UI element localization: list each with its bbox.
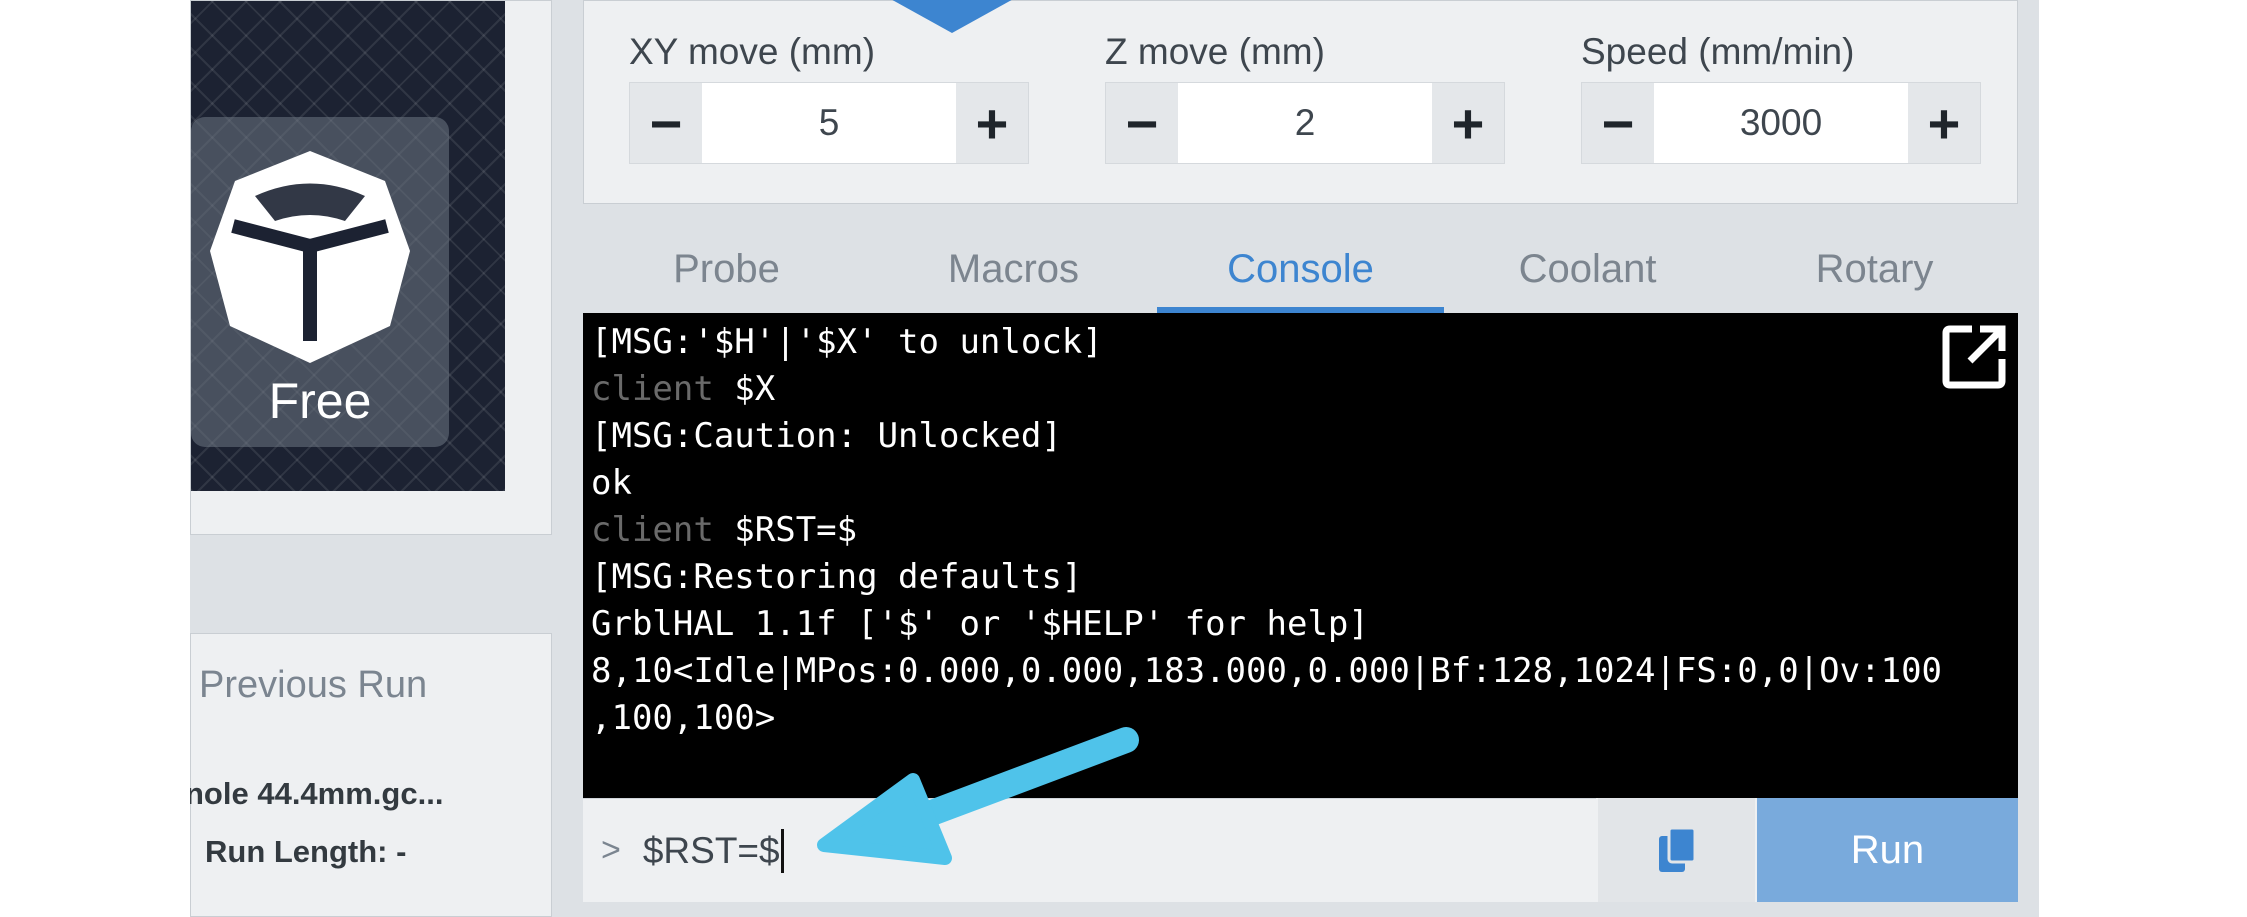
console-line: ok xyxy=(591,463,632,503)
z-move-group: Z move (mm) − 2 + xyxy=(1105,31,1505,164)
speed-stepper: − 3000 + xyxy=(1581,82,1981,164)
previous-run-card: Previous Run nole 44.4mm.gc... Run Lengt… xyxy=(190,633,552,917)
console-input-row: > $RST=$ Run xyxy=(583,798,2018,902)
text-caret xyxy=(780,828,784,873)
xy-move-stepper: − 5 + xyxy=(629,82,1029,164)
tab-console[interactable]: Console xyxy=(1157,225,1444,313)
cube-icon xyxy=(210,151,410,363)
console-line: ,100,100> xyxy=(591,698,776,738)
console-line-command: $RST=$ xyxy=(734,510,858,550)
xy-move-input[interactable]: 5 xyxy=(702,83,956,163)
copy-icon xyxy=(1658,826,1696,872)
speed-input[interactable]: 3000 xyxy=(1654,83,1908,163)
free-view-button[interactable]: Free xyxy=(191,117,449,447)
console-output[interactable]: [MSG:'$H'|'$X' to unlock] client $X [MSG… xyxy=(583,313,2018,798)
visualizer-viewport[interactable]: Free xyxy=(191,1,505,491)
tab-rotary[interactable]: Rotary xyxy=(1731,225,2018,313)
xy-move-label: XY move (mm) xyxy=(629,31,876,72)
visualizer-card: Free xyxy=(190,0,552,535)
tool-tabs: Probe Macros Console Coolant Rotary xyxy=(583,225,2018,313)
xy-move-group: XY move (mm) − 5 + xyxy=(629,31,1029,164)
speed-label: Speed (mm/min) xyxy=(1581,31,1855,72)
app-panel: Free Previous Run nole 44.4mm.gc... Run … xyxy=(190,0,2039,917)
console-line-prefix: client xyxy=(591,369,735,409)
console-command-value: $RST=$ xyxy=(642,829,780,871)
console-line: client $RST=$ xyxy=(591,507,1981,554)
jog-controls: XY move (mm) − 5 + Z move (mm) − 2 + Spe… xyxy=(583,0,2018,204)
previous-run-title: Previous Run xyxy=(199,664,428,706)
console-line: [MSG:'$H'|'$X' to unlock] xyxy=(591,322,1103,362)
arrow-down-icon[interactable] xyxy=(887,0,1017,33)
tab-coolant[interactable]: Coolant xyxy=(1444,225,1731,313)
previous-run-length: Run Length: - xyxy=(205,834,407,869)
speed-increase-button[interactable]: + xyxy=(1908,83,1980,163)
xy-increase-button[interactable]: + xyxy=(956,83,1028,163)
external-link-icon[interactable] xyxy=(1942,323,2008,389)
z-move-label: Z move (mm) xyxy=(1105,31,1325,72)
console-line-command: $X xyxy=(734,369,776,409)
tab-macros[interactable]: Macros xyxy=(870,225,1157,313)
z-move-input[interactable]: 2 xyxy=(1178,83,1432,163)
previous-run-file: nole 44.4mm.gc... xyxy=(190,776,444,811)
speed-group: Speed (mm/min) − 3000 + xyxy=(1581,31,1981,164)
speed-decrease-button[interactable]: − xyxy=(1582,83,1654,163)
copy-button[interactable] xyxy=(1598,798,1755,902)
z-move-stepper: − 2 + xyxy=(1105,82,1505,164)
console-line-prefix: client xyxy=(591,510,735,550)
free-view-label: Free xyxy=(268,373,372,429)
console-line: client $X xyxy=(591,366,1981,413)
z-decrease-button[interactable]: − xyxy=(1106,83,1178,163)
console-prompt: > xyxy=(601,831,621,869)
run-button[interactable]: Run xyxy=(1757,798,2018,902)
console-line: GrblHAL 1.1f ['$' or '$HELP' for help] xyxy=(591,604,1369,644)
console-line: [MSG:Restoring defaults] xyxy=(591,557,1083,597)
console-line: [MSG:Caution: Unlocked] xyxy=(591,416,1062,456)
console-line: 8,10<Idle|MPos:0.000,0.000,183.000,0.000… xyxy=(591,651,1943,691)
xy-decrease-button[interactable]: − xyxy=(630,83,702,163)
tab-probe[interactable]: Probe xyxy=(583,225,870,313)
console-lines: [MSG:'$H'|'$X' to unlock] client $X [MSG… xyxy=(591,319,1981,742)
z-increase-button[interactable]: + xyxy=(1432,83,1504,163)
console-command-input[interactable]: > $RST=$ xyxy=(583,798,1596,902)
